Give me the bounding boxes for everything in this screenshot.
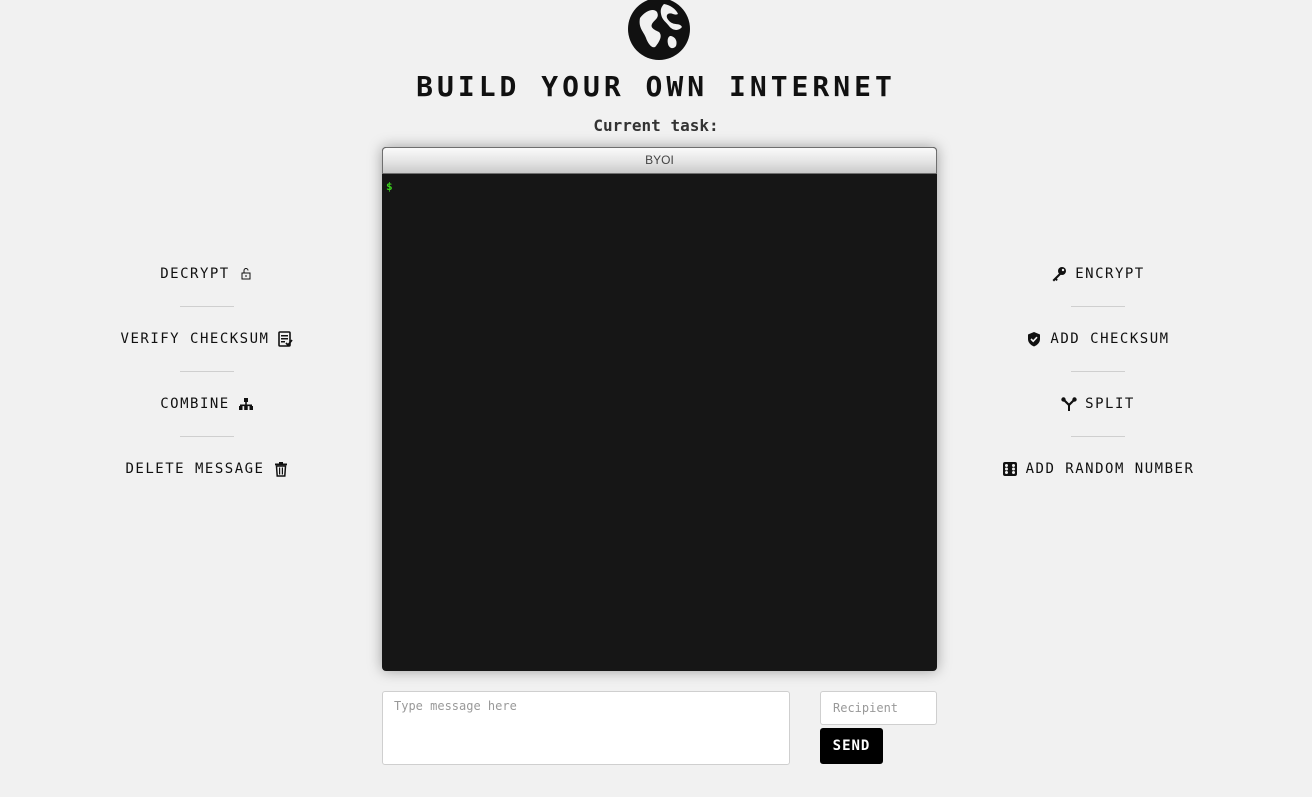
- decrypt-label: DECRYPT: [160, 266, 230, 282]
- divider: [180, 371, 234, 372]
- shield-check-icon: [1028, 332, 1041, 347]
- left-actions-panel: DECRYPT VERIFY CHECKSUM COMBINE DELETE M…: [57, 255, 357, 488]
- terminal-window[interactable]: BYOI $: [382, 147, 937, 671]
- divider: [180, 436, 234, 437]
- current-task-label: Current task:: [593, 116, 719, 135]
- document-check-icon: [278, 331, 294, 347]
- divider: [1071, 306, 1125, 307]
- split-icon: [1061, 397, 1077, 411]
- divider: [1071, 436, 1125, 437]
- page-title: BUILD YOUR OWN INTERNET: [416, 70, 896, 103]
- divider: [1071, 371, 1125, 372]
- split-label: SPLIT: [1085, 396, 1135, 412]
- merge-icon: [238, 398, 253, 410]
- combine-label: COMBINE: [160, 396, 230, 412]
- terminal-prompt: $: [386, 180, 393, 193]
- trash-icon: [274, 462, 287, 477]
- unlock-icon: [241, 268, 251, 280]
- encrypt-button[interactable]: ENCRYPT: [948, 255, 1248, 293]
- encrypt-label: ENCRYPT: [1075, 266, 1145, 282]
- add-checksum-button[interactable]: ADD CHECKSUM: [948, 320, 1248, 358]
- delete-message-label: DELETE MESSAGE: [125, 461, 265, 477]
- add-checksum-label: ADD CHECKSUM: [1050, 331, 1170, 347]
- terminal-title-bar: BYOI: [382, 147, 937, 174]
- send-button[interactable]: SEND: [820, 728, 883, 764]
- dice-icon: [1002, 462, 1017, 476]
- recipient-input[interactable]: [820, 691, 937, 725]
- globe-logo-icon: [628, 0, 690, 60]
- verify-checksum-button[interactable]: VERIFY CHECKSUM: [57, 320, 357, 358]
- combine-button[interactable]: COMBINE: [57, 385, 357, 423]
- right-actions-panel: ENCRYPT ADD CHECKSUM SPLIT ADD RANDOM NU…: [948, 255, 1248, 488]
- verify-checksum-label: VERIFY CHECKSUM: [120, 331, 270, 347]
- add-random-number-button[interactable]: ADD RANDOM NUMBER: [948, 450, 1248, 488]
- decrypt-button[interactable]: DECRYPT: [57, 255, 357, 293]
- message-input[interactable]: [382, 691, 790, 765]
- page: BUILD YOUR OWN INTERNET Current task: DE…: [0, 0, 1312, 797]
- split-button[interactable]: SPLIT: [948, 385, 1248, 423]
- add-random-number-label: ADD RANDOM NUMBER: [1025, 461, 1195, 477]
- delete-message-button[interactable]: DELETE MESSAGE: [57, 450, 357, 488]
- divider: [180, 306, 234, 307]
- key-icon: [1052, 267, 1067, 282]
- terminal-output[interactable]: $: [382, 174, 937, 199]
